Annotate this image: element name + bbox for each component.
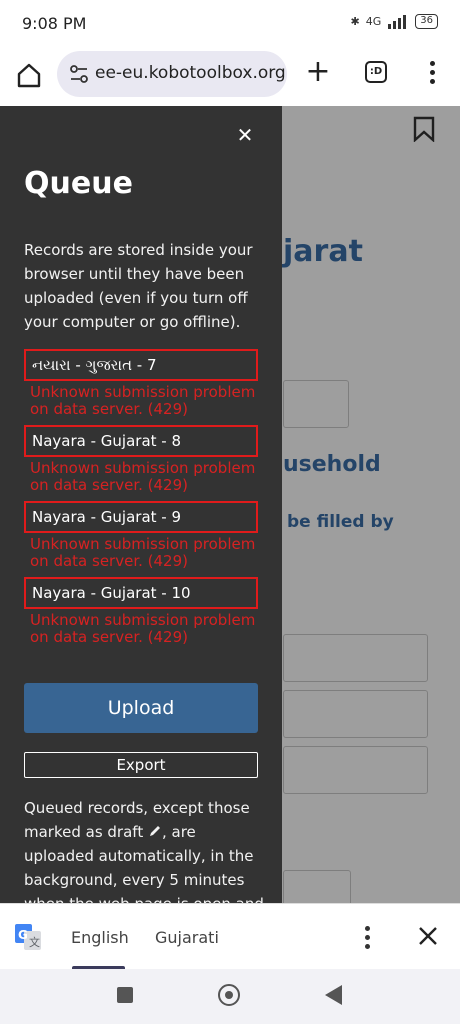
- queue-description: Records are stored inside your browser u…: [24, 241, 253, 331]
- translate-bar: G 文 English Gujarati: [0, 903, 460, 970]
- queue-drawer: ✕ Queue Records are stored inside your b…: [0, 106, 282, 903]
- footer-text-part: Queued records, except those marked as d…: [24, 799, 250, 841]
- queue-record[interactable]: નયારા - ગુજરાત - 7: [24, 349, 258, 381]
- upload-button[interactable]: Upload: [24, 683, 258, 733]
- pencil-icon: [149, 826, 160, 836]
- recents-icon[interactable]: [117, 987, 133, 1003]
- language-tab-english[interactable]: English: [71, 928, 129, 947]
- language-tab-gujarati[interactable]: Gujarati: [155, 928, 219, 947]
- close-icon[interactable]: ✕: [236, 125, 254, 145]
- status-icons: ✱ 4G 36: [351, 14, 438, 29]
- record-error: Unknown submission problem on data serve…: [30, 611, 256, 646]
- address-bar[interactable]: ee-eu.kobotoolbox.org: [57, 51, 287, 97]
- system-navigation-bar: [0, 969, 460, 1024]
- queue-footer-text: Queued records, except those marked as d…: [24, 796, 270, 903]
- home-icon[interactable]: [14, 60, 44, 90]
- record-error: Unknown submission problem on data serve…: [30, 383, 256, 418]
- tab-switcher-button[interactable]: :D: [365, 61, 387, 83]
- back-icon[interactable]: [325, 985, 342, 1005]
- svg-text:文: 文: [29, 935, 40, 949]
- record-error: Unknown submission problem on data serve…: [30, 535, 256, 570]
- network-label: 4G: [365, 15, 382, 28]
- queue-record[interactable]: Nayara - Gujarat - 9: [24, 501, 258, 533]
- close-icon[interactable]: [416, 924, 440, 948]
- url-text[interactable]: ee-eu.kobotoolbox.org: [95, 63, 286, 83]
- status-bar: 9:08 PM ✱ 4G 36: [0, 0, 460, 48]
- google-translate-icon[interactable]: G 文: [15, 924, 41, 950]
- export-button[interactable]: Export: [24, 752, 258, 778]
- browser-menu-icon[interactable]: [424, 59, 440, 87]
- browser-toolbar: ee-eu.kobotoolbox.org + :D: [0, 48, 460, 106]
- svg-text:G: G: [18, 928, 28, 942]
- status-time: 9:08 PM: [22, 14, 87, 33]
- queue-title: Queue: [24, 166, 133, 201]
- new-tab-icon[interactable]: +: [305, 57, 331, 87]
- site-settings-icon[interactable]: [69, 64, 89, 84]
- home-nav-icon[interactable]: [218, 984, 240, 1006]
- bluetooth-icon: ✱: [350, 15, 360, 28]
- queue-record[interactable]: Nayara - Gujarat - 8: [24, 425, 258, 457]
- translate-menu-icon[interactable]: [360, 924, 374, 950]
- queue-record[interactable]: Nayara - Gujarat - 10: [24, 577, 258, 609]
- record-error: Unknown submission problem on data serve…: [30, 459, 256, 494]
- signal-icon: [388, 14, 407, 29]
- battery-icon: 36: [415, 14, 438, 29]
